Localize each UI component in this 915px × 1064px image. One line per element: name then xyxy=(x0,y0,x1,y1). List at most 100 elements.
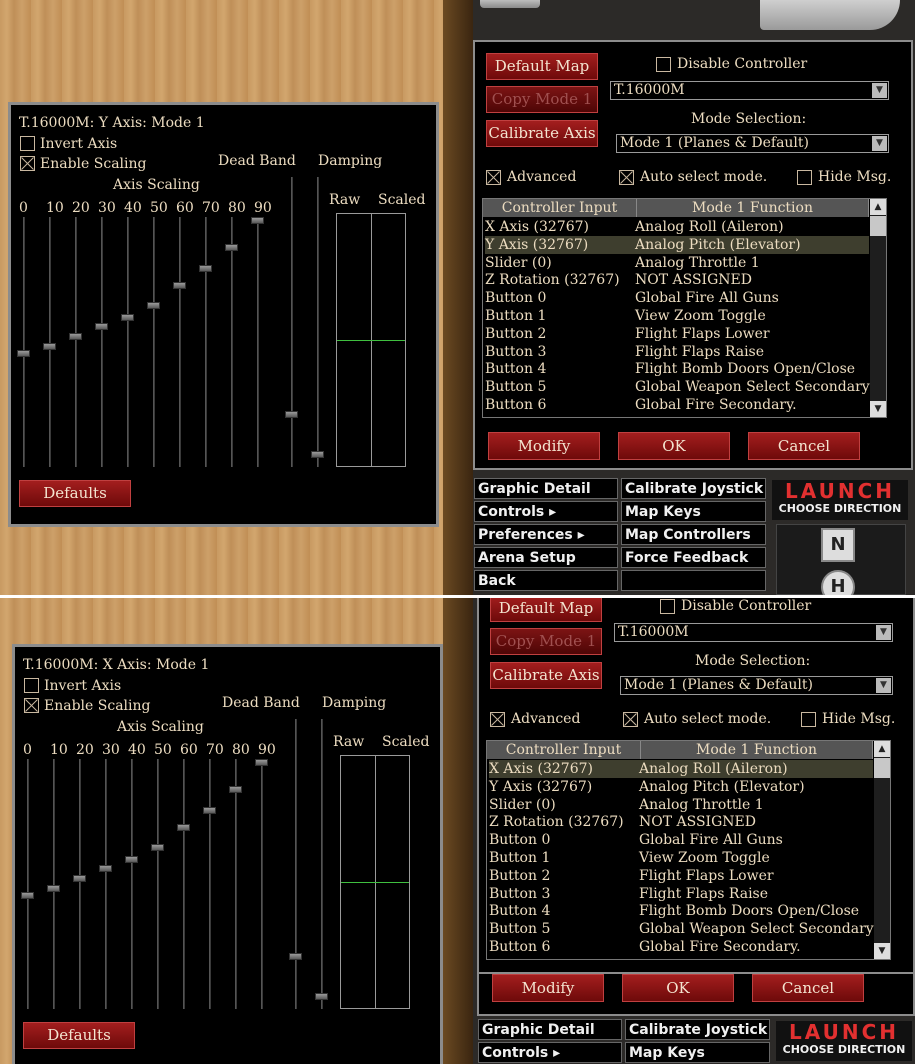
scaling-slider-thumb[interactable] xyxy=(69,333,82,341)
scaling-slider-thumb[interactable] xyxy=(151,843,164,851)
auto-select-checkbox[interactable] xyxy=(619,170,634,185)
scaling-slider-thumb[interactable] xyxy=(121,313,134,321)
scaling-slider-track[interactable] xyxy=(153,217,155,467)
mapping-row[interactable]: Button 2 Flight Flaps Lower xyxy=(485,325,869,343)
modify-button[interactable]: Modify xyxy=(492,974,604,1002)
hide-msg-checkbox[interactable] xyxy=(797,170,812,185)
column-header-function[interactable]: Mode 1 Function xyxy=(641,741,873,759)
enable-scaling-checkbox[interactable] xyxy=(24,698,39,713)
scaling-slider-track[interactable] xyxy=(27,759,29,1009)
scaling-slider-thumb[interactable] xyxy=(17,350,30,358)
cancel-button[interactable]: Cancel xyxy=(748,432,860,460)
scaling-slider-thumb[interactable] xyxy=(199,265,212,273)
default-map-button[interactable]: Default Map xyxy=(486,53,598,80)
cancel-button[interactable]: Cancel xyxy=(752,974,864,1002)
mapping-row[interactable]: Z Rotation (32767) NOT ASSIGNED xyxy=(489,813,873,831)
dead-band-slider-thumb[interactable] xyxy=(285,411,298,419)
advanced-checkbox[interactable] xyxy=(486,170,501,185)
mapping-row[interactable]: Slider (0) Analog Throttle 1 xyxy=(489,796,873,814)
scaling-slider-track[interactable] xyxy=(75,217,77,467)
scaling-slider-thumb[interactable] xyxy=(225,243,238,251)
damping-slider-thumb[interactable] xyxy=(315,992,328,1000)
default-map-button[interactable]: Default Map xyxy=(490,598,602,622)
chevron-down-icon[interactable]: ▼ xyxy=(876,678,891,693)
menu-calibrate-joystick[interactable]: Calibrate Joystick xyxy=(625,1019,770,1040)
scaling-slider-thumb[interactable] xyxy=(229,785,242,793)
menu-arena-setup[interactable]: Arena Setup xyxy=(474,547,618,568)
north-button[interactable]: N xyxy=(821,528,855,562)
scroll-up-icon[interactable]: ▲ xyxy=(870,199,886,215)
mapping-row[interactable]: Z Rotation (32767) NOT ASSIGNED xyxy=(485,271,869,289)
scaling-slider-track[interactable] xyxy=(105,759,107,1009)
scaling-slider-thumb[interactable] xyxy=(203,807,216,815)
scaling-slider-track[interactable] xyxy=(205,217,207,467)
advanced-checkbox[interactable] xyxy=(490,712,505,727)
scaling-slider-track[interactable] xyxy=(79,759,81,1009)
mapping-list[interactable]: Controller Input Mode 1 Function X Axis … xyxy=(482,198,887,418)
mapping-row[interactable]: Y Axis (32767) Analog Pitch (Elevator) xyxy=(485,235,869,254)
scaling-slider-thumb[interactable] xyxy=(177,824,190,832)
scrollbar-thumb[interactable] xyxy=(874,758,890,778)
scaling-slider-track[interactable] xyxy=(257,217,259,467)
device-select[interactable]: T.16000M ▼ xyxy=(610,81,889,100)
mapping-row[interactable]: Button 3 Flight Flaps Raise xyxy=(485,343,869,361)
scaling-slider-track[interactable] xyxy=(101,217,103,467)
ok-button[interactable]: OK xyxy=(618,432,730,460)
ok-button[interactable]: OK xyxy=(622,974,734,1002)
mapping-row[interactable]: Button 0 Global Fire All Guns xyxy=(485,289,869,307)
menu-graphic-detail[interactable]: Graphic Detail xyxy=(478,1019,622,1040)
mapping-row[interactable]: Button 4 Flight Bomb Doors Open/Close xyxy=(489,902,873,920)
chevron-down-icon[interactable]: ▼ xyxy=(872,83,887,98)
scaling-slider-thumb[interactable] xyxy=(43,342,56,350)
modify-button[interactable]: Modify xyxy=(488,432,600,460)
dead-band-slider-track[interactable] xyxy=(295,719,297,1009)
damping-slider-track[interactable] xyxy=(321,719,323,1009)
menu-map-controllers[interactable]: Map Controllers xyxy=(621,524,766,545)
mode-select[interactable]: Mode 1 (Planes & Default) ▼ xyxy=(620,676,893,695)
invert-axis-checkbox[interactable] xyxy=(20,136,35,151)
hide-msg-checkbox[interactable] xyxy=(801,712,816,727)
scaling-slider-thumb[interactable] xyxy=(95,323,108,331)
scaling-slider-track[interactable] xyxy=(179,217,181,467)
scaling-slider-thumb[interactable] xyxy=(147,301,160,309)
device-select[interactable]: T.16000M ▼ xyxy=(614,623,893,642)
column-header-function[interactable]: Mode 1 Function xyxy=(637,199,869,217)
defaults-button[interactable]: Defaults xyxy=(19,480,131,507)
scaling-slider-track[interactable] xyxy=(261,759,263,1009)
scaling-slider-track[interactable] xyxy=(231,217,233,467)
scaling-slider-thumb[interactable] xyxy=(251,217,264,224)
scaling-slider-thumb[interactable] xyxy=(73,875,86,883)
menu-controls[interactable]: Controls ▸ xyxy=(478,1042,622,1063)
scrollbar-thumb[interactable] xyxy=(870,216,886,236)
damping-slider-thumb[interactable] xyxy=(311,450,324,458)
mapping-row[interactable]: X Axis (32767) Analog Roll (Aileron) xyxy=(489,760,873,778)
mode-select[interactable]: Mode 1 (Planes & Default) ▼ xyxy=(616,134,889,153)
mapping-row[interactable]: Button 6 Global Fire Secondary. xyxy=(489,938,873,956)
calibrate-axis-button[interactable]: Calibrate Axis xyxy=(486,120,598,147)
mapping-row[interactable]: Button 1 View Zoom Toggle xyxy=(485,307,869,325)
menu-graphic-detail[interactable]: Graphic Detail xyxy=(474,478,618,499)
scaling-slider-thumb[interactable] xyxy=(21,892,34,900)
column-header-input[interactable]: Controller Input xyxy=(487,741,641,759)
copy-mode-button[interactable]: Copy Mode 1 xyxy=(490,628,602,655)
mapping-row[interactable]: Button 3 Flight Flaps Raise xyxy=(489,885,873,903)
scaling-slider-thumb[interactable] xyxy=(125,855,138,863)
scaling-slider-track[interactable] xyxy=(183,759,185,1009)
scaling-slider-thumb[interactable] xyxy=(47,884,60,892)
menu-back[interactable]: Back xyxy=(474,570,618,591)
dead-band-slider-thumb[interactable] xyxy=(289,953,302,961)
disable-controller-checkbox[interactable] xyxy=(656,57,671,72)
menu-calibrate-joystick[interactable]: Calibrate Joystick xyxy=(621,478,766,499)
scroll-down-icon[interactable]: ▼ xyxy=(870,401,886,417)
scaling-slider-thumb[interactable] xyxy=(173,282,186,290)
scaling-slider-track[interactable] xyxy=(209,759,211,1009)
mapping-row[interactable]: Button 1 View Zoom Toggle xyxy=(489,849,873,867)
dead-band-slider-track[interactable] xyxy=(291,177,293,467)
defaults-button[interactable]: Defaults xyxy=(23,1022,135,1049)
scaling-slider-track[interactable] xyxy=(235,759,237,1009)
damping-slider-track[interactable] xyxy=(317,177,319,467)
scaling-slider-thumb[interactable] xyxy=(99,865,112,873)
scaling-slider-track[interactable] xyxy=(127,217,129,467)
mapping-list[interactable]: Controller Input Mode 1 Function X Axis … xyxy=(486,740,891,960)
scroll-down-icon[interactable]: ▼ xyxy=(874,943,890,959)
